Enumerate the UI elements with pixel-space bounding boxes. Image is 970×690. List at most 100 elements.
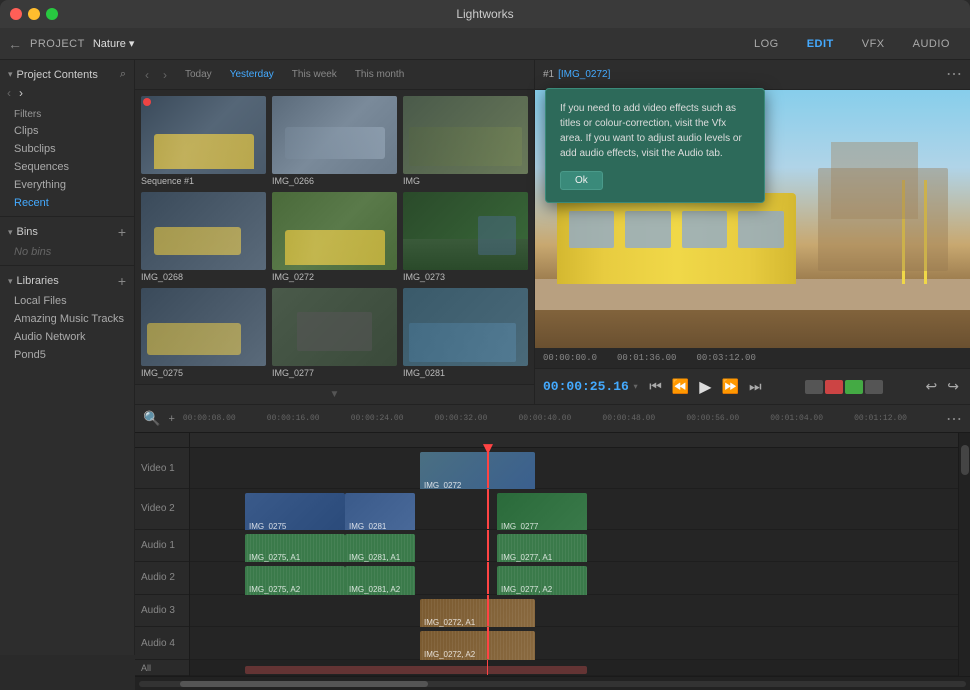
undo-button[interactable]: ↩ <box>923 376 941 397</box>
browser-scroll-bar[interactable]: ▼ <box>135 384 534 404</box>
track-video2[interactable]: IMG_0275 IMG_0281 IMG_0277 <box>190 489 958 530</box>
timeline-tracks[interactable]: IMG_0272 IMG_0275 <box>190 433 958 676</box>
list-item[interactable]: IMG_0281 <box>403 288 528 378</box>
track-all[interactable] <box>190 660 958 676</box>
tab-this-week[interactable]: This week <box>284 67 345 82</box>
clip-audio4[interactable]: IMG_0272, A2 <box>420 631 535 663</box>
browser-forward-button[interactable]: › <box>159 66 171 84</box>
nav-forward-icon[interactable]: › <box>16 85 26 101</box>
list-item[interactable]: IMG_0273 <box>403 192 528 282</box>
list-item[interactable]: IMG_0272 <box>272 192 397 282</box>
list-item[interactable]: Sequence #1 <box>141 96 266 186</box>
tool-icon[interactable] <box>865 380 883 394</box>
horizontal-scrollbar-track[interactable] <box>139 681 966 687</box>
clip-audio2a[interactable]: IMG_0275, A2 <box>245 566 345 598</box>
redo-button[interactable]: ↪ <box>944 376 962 397</box>
chevron-icon: ▾ <box>8 227 13 238</box>
clip-audio1a[interactable]: IMG_0275, A1 <box>245 534 345 566</box>
sidebar-item-clips[interactable]: Clips <box>0 122 134 140</box>
preview-header: #1 [IMG_0272] ⋯ <box>535 60 970 90</box>
clip-audio1c[interactable]: IMG_0277, A1 <box>497 534 587 566</box>
building-2 <box>831 142 918 220</box>
track-audio3[interactable]: IMG_0272, A1 <box>190 595 958 628</box>
sidebar-item-pond5[interactable]: Pond5 <box>0 346 134 364</box>
track-audio2[interactable]: IMG_0275, A2 IMG_0281, A2 IMG_0277, A2 <box>190 562 958 595</box>
tc-7: 00:01:04.00 <box>770 414 854 423</box>
minimize-button[interactable] <box>28 8 40 20</box>
scrollbar-thumb-v[interactable] <box>961 445 969 475</box>
app-title: Lightworks <box>456 7 513 21</box>
step-back-button[interactable]: ⏪ <box>669 376 692 397</box>
in-point-icon[interactable] <box>805 380 823 394</box>
clip-label: IMG_0266 <box>272 176 397 186</box>
tc-8: 00:01:12.00 <box>854 414 938 423</box>
ok-button[interactable]: Ok <box>560 171 603 190</box>
ruler-spacer <box>135 433 189 448</box>
add-library-button[interactable]: + <box>118 274 126 288</box>
clip-img0272[interactable]: IMG_0272 <box>420 452 535 494</box>
track-audio4[interactable]: IMG_0272, A2 <box>190 627 958 660</box>
tab-edit[interactable]: EDIT <box>795 34 846 54</box>
list-item[interactable]: IMG_0275 <box>141 288 266 378</box>
content-area: ‹ › Today Yesterday This week This month <box>135 60 970 655</box>
clip-img0275[interactable]: IMG_0275 <box>245 493 345 535</box>
out-point-icon[interactable] <box>825 380 843 394</box>
sidebar-item-audio-network[interactable]: Audio Network <box>0 328 134 346</box>
list-item[interactable]: IMG <box>403 96 528 186</box>
track-label-audio1: Audio 1 <box>135 530 189 563</box>
sidebar-item-everything[interactable]: Everything <box>0 176 134 194</box>
clip-audio2b[interactable]: IMG_0281, A2 <box>345 566 415 598</box>
step-forward-button[interactable]: ⏩ <box>719 376 742 397</box>
maximize-button[interactable] <box>46 8 58 20</box>
zoom-in-button[interactable]: + <box>168 413 174 425</box>
back-button[interactable]: ← <box>8 36 22 52</box>
go-end-button[interactable]: ⏭ <box>746 376 765 397</box>
sidebar-project-contents-title: Project Contents <box>17 69 98 81</box>
close-button[interactable] <box>10 8 22 20</box>
sidebar-item-recent[interactable]: Recent <box>0 194 134 212</box>
tab-yesterday[interactable]: Yesterday <box>222 67 282 82</box>
nav-back-icon[interactable]: ‹ <box>4 85 14 101</box>
preview-more-button[interactable]: ⋯ <box>946 67 962 83</box>
sidebar-item-subclips[interactable]: Subclips <box>0 140 134 158</box>
sidebar-item-music-tracks[interactable]: Amazing Music Tracks <box>0 310 134 328</box>
list-item[interactable]: IMG_0266 <box>272 96 397 186</box>
clip-audio2c[interactable]: IMG_0277, A2 <box>497 566 587 598</box>
browser-date-tabs: Today Yesterday This week This month <box>177 67 412 82</box>
tab-log[interactable]: LOG <box>742 34 791 54</box>
list-item[interactable]: IMG_0277 <box>272 288 397 378</box>
tc-6: 00:00:56.00 <box>686 414 770 423</box>
mark-icon[interactable] <box>845 380 863 394</box>
tab-today[interactable]: Today <box>177 67 220 82</box>
timeline-more-button[interactable]: ⋯ <box>946 409 962 429</box>
track-label-all: All <box>135 660 189 676</box>
sidebar-item-local-files[interactable]: Local Files <box>0 292 134 310</box>
horizontal-scrollbar-thumb[interactable] <box>180 681 428 687</box>
browser-back-button[interactable]: ‹ <box>141 66 153 84</box>
clip-audio1b[interactable]: IMG_0281, A1 <box>345 534 415 566</box>
clip-label: IMG_0268 <box>141 272 266 282</box>
track-audio1[interactable]: IMG_0275, A1 IMG_0281, A1 IMG_0277, A1 <box>190 530 958 563</box>
tab-audio[interactable]: AUDIO <box>901 34 962 54</box>
track-video1[interactable]: IMG_0272 <box>190 448 958 489</box>
go-start-button[interactable]: ⏮ <box>646 376 665 397</box>
play-button[interactable]: ▶ <box>696 375 714 399</box>
zoom-out-button[interactable]: 🔍 <box>143 410 160 427</box>
list-item[interactable]: IMG_0268 <box>141 192 266 282</box>
sidebar: ▾ Project Contents ⌕ ‹ › Filters Clips S… <box>0 60 135 655</box>
clip-audio3[interactable]: IMG_0272, A1 <box>420 599 535 631</box>
clip-img0277[interactable]: IMG_0277 <box>497 493 587 535</box>
tab-this-month[interactable]: This month <box>347 67 412 82</box>
no-bins-label: No bins <box>0 243 134 261</box>
search-icon[interactable]: ⌕ <box>120 68 126 81</box>
clip-img0281[interactable]: IMG_0281 <box>345 493 415 535</box>
tram-window <box>625 211 671 247</box>
vertical-scrollbar[interactable] <box>958 433 970 676</box>
sidebar-item-sequences[interactable]: Sequences <box>0 158 134 176</box>
add-bin-button[interactable]: + <box>118 225 126 239</box>
timeline-timecodes: 00:00:08.00 00:00:16.00 00:00:24.00 00:0… <box>183 414 938 423</box>
tc-0: 00:00:08.00 <box>183 414 267 423</box>
tab-vfx[interactable]: VFX <box>850 34 897 54</box>
timeline-scrollbar[interactable] <box>135 676 970 690</box>
tram-window <box>682 211 728 247</box>
